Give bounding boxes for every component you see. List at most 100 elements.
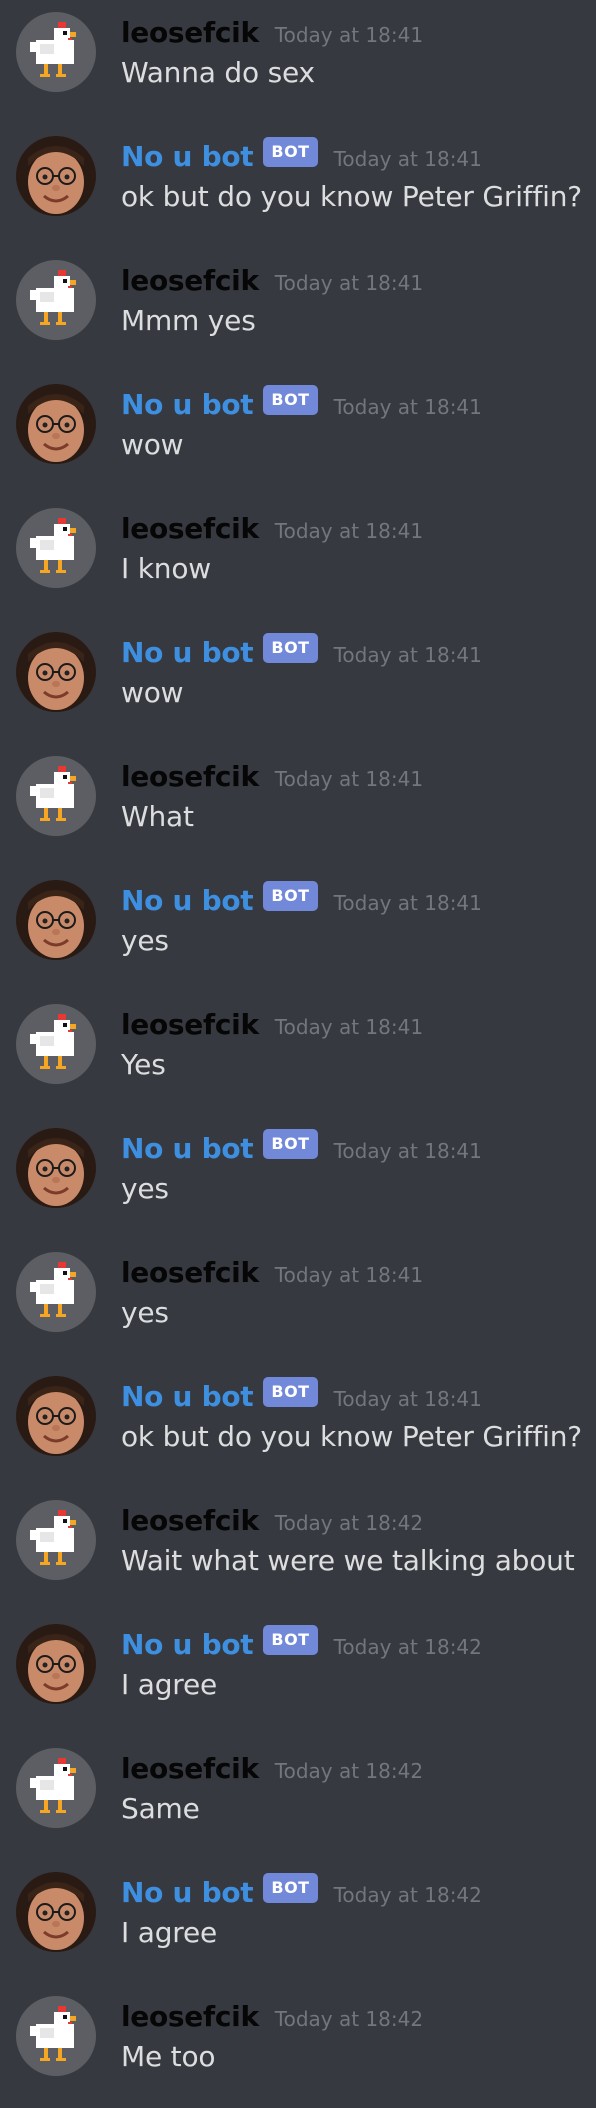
message-text: wow [121, 676, 184, 709]
user-avatar[interactable] [16, 260, 96, 340]
timestamp: Today at 18:41 [333, 891, 482, 915]
username[interactable]: No u bot [121, 1876, 254, 1909]
message-text: Yes [121, 1048, 166, 1081]
bot-avatar[interactable] [16, 880, 96, 960]
timestamp: Today at 18:41 [274, 1263, 424, 1287]
bot-tag: BOT [263, 1377, 318, 1407]
face-icon [16, 1872, 96, 1952]
username[interactable]: leosefcik [121, 760, 259, 793]
timestamp: Today at 18:41 [333, 1139, 482, 1163]
username[interactable]: No u bot [121, 1132, 254, 1165]
message-text: Me too [121, 2040, 216, 2073]
message-text: wow [121, 428, 184, 461]
username[interactable]: No u bot [121, 1628, 254, 1661]
message-12: No u bot BOT Today at 18:41 ok but do yo… [0, 1364, 596, 1488]
message-10: No u bot BOT Today at 18:41 yes [0, 1116, 596, 1240]
bot-avatar[interactable] [16, 384, 96, 464]
username[interactable]: leosefcik [121, 512, 259, 545]
message-13: leosefcik Today at 18:42 Wait what were … [0, 1488, 596, 1612]
bot-tag: BOT [263, 1625, 318, 1655]
chicken-icon [16, 1252, 96, 1332]
username[interactable]: leosefcik [121, 2000, 259, 2033]
face-icon [16, 1376, 96, 1456]
message-header: leosefcik Today at 18:42 [121, 1998, 423, 2034]
bot-tag: BOT [263, 1129, 318, 1159]
message-14: No u bot BOT Today at 18:42 I agree [0, 1612, 596, 1736]
user-avatar[interactable] [16, 1996, 96, 2076]
username[interactable]: leosefcik [121, 16, 259, 49]
username[interactable]: leosefcik [121, 1504, 259, 1537]
bot-tag: BOT [263, 385, 318, 415]
message-header: leosefcik Today at 18:41 [121, 758, 423, 794]
message-header: leosefcik Today at 18:41 [121, 262, 423, 298]
bot-avatar[interactable] [16, 1872, 96, 1952]
timestamp: Today at 18:41 [333, 1387, 482, 1411]
bot-avatar[interactable] [16, 1128, 96, 1208]
message-9: leosefcik Today at 18:41 Yes [0, 992, 596, 1116]
face-icon [16, 880, 96, 960]
user-avatar[interactable] [16, 1252, 96, 1332]
message-header: No u bot BOT Today at 18:41 [121, 137, 482, 174]
message-text: I agree [121, 1916, 218, 1949]
username[interactable]: No u bot [121, 636, 254, 669]
message-header: No u bot BOT Today at 18:41 [121, 1129, 482, 1166]
username[interactable]: No u bot [121, 884, 254, 917]
timestamp: Today at 18:41 [333, 395, 482, 419]
message-text: yes [121, 924, 169, 957]
username[interactable]: No u bot [121, 388, 254, 421]
message-11: leosefcik Today at 18:41 yes [0, 1240, 596, 1364]
face-icon [16, 384, 96, 464]
message-header: leosefcik Today at 18:42 [121, 1750, 423, 1786]
message-header: No u bot BOT Today at 18:42 [121, 1625, 482, 1662]
message-8: No u bot BOT Today at 18:41 yes [0, 868, 596, 992]
message-text: ok but do you know Peter Griffin? [121, 1420, 582, 1453]
user-avatar[interactable] [16, 1004, 96, 1084]
message-header: leosefcik Today at 18:41 [121, 510, 423, 546]
chicken-icon [16, 756, 96, 836]
chicken-icon [16, 1996, 96, 2076]
face-icon [16, 136, 96, 216]
message-text: Wanna do sex [121, 56, 315, 89]
username[interactable]: leosefcik [121, 1752, 259, 1785]
bot-tag: BOT [263, 633, 318, 663]
message-4: No u bot BOT Today at 18:41 wow [0, 372, 596, 496]
user-avatar[interactable] [16, 756, 96, 836]
message-header: No u bot BOT Today at 18:41 [121, 633, 482, 670]
message-header: leosefcik Today at 18:41 [121, 1254, 423, 1290]
message-header: leosefcik Today at 18:42 [121, 1502, 423, 1538]
face-icon [16, 1128, 96, 1208]
message-5: leosefcik Today at 18:41 I know [0, 496, 596, 620]
chicken-icon [16, 1500, 96, 1580]
user-avatar[interactable] [16, 12, 96, 92]
username[interactable]: leosefcik [121, 1256, 259, 1289]
user-avatar[interactable] [16, 1500, 96, 1580]
message-text: I know [121, 552, 211, 585]
chicken-icon [16, 12, 96, 92]
username[interactable]: No u bot [121, 1380, 254, 1413]
timestamp: Today at 18:41 [274, 519, 424, 543]
message-header: No u bot BOT Today at 18:41 [121, 385, 482, 422]
username[interactable]: leosefcik [121, 1008, 259, 1041]
username[interactable]: No u bot [121, 140, 254, 173]
chicken-icon [16, 1004, 96, 1084]
timestamp: Today at 18:42 [274, 1759, 424, 1783]
bot-tag: BOT [263, 881, 318, 911]
username[interactable]: leosefcik [121, 264, 259, 297]
message-text: Mmm yes [121, 304, 256, 337]
timestamp: Today at 18:41 [274, 767, 424, 791]
message-header: leosefcik Today at 18:41 [121, 1006, 423, 1042]
message-header: leosefcik Today at 18:41 [121, 14, 423, 50]
message-2: No u bot BOT Today at 18:41 ok but do yo… [0, 124, 596, 248]
message-header: No u bot BOT Today at 18:42 [121, 1873, 482, 1910]
face-icon [16, 632, 96, 712]
bot-avatar[interactable] [16, 136, 96, 216]
message-16: No u bot BOT Today at 18:42 I agree [0, 1860, 596, 1984]
bot-avatar[interactable] [16, 1376, 96, 1456]
bot-avatar[interactable] [16, 632, 96, 712]
bot-avatar[interactable] [16, 1624, 96, 1704]
user-avatar[interactable] [16, 508, 96, 588]
timestamp: Today at 18:41 [274, 271, 424, 295]
message-15: leosefcik Today at 18:42 Same [0, 1736, 596, 1860]
message-17: leosefcik Today at 18:42 Me too [0, 1984, 596, 2108]
user-avatar[interactable] [16, 1748, 96, 1828]
